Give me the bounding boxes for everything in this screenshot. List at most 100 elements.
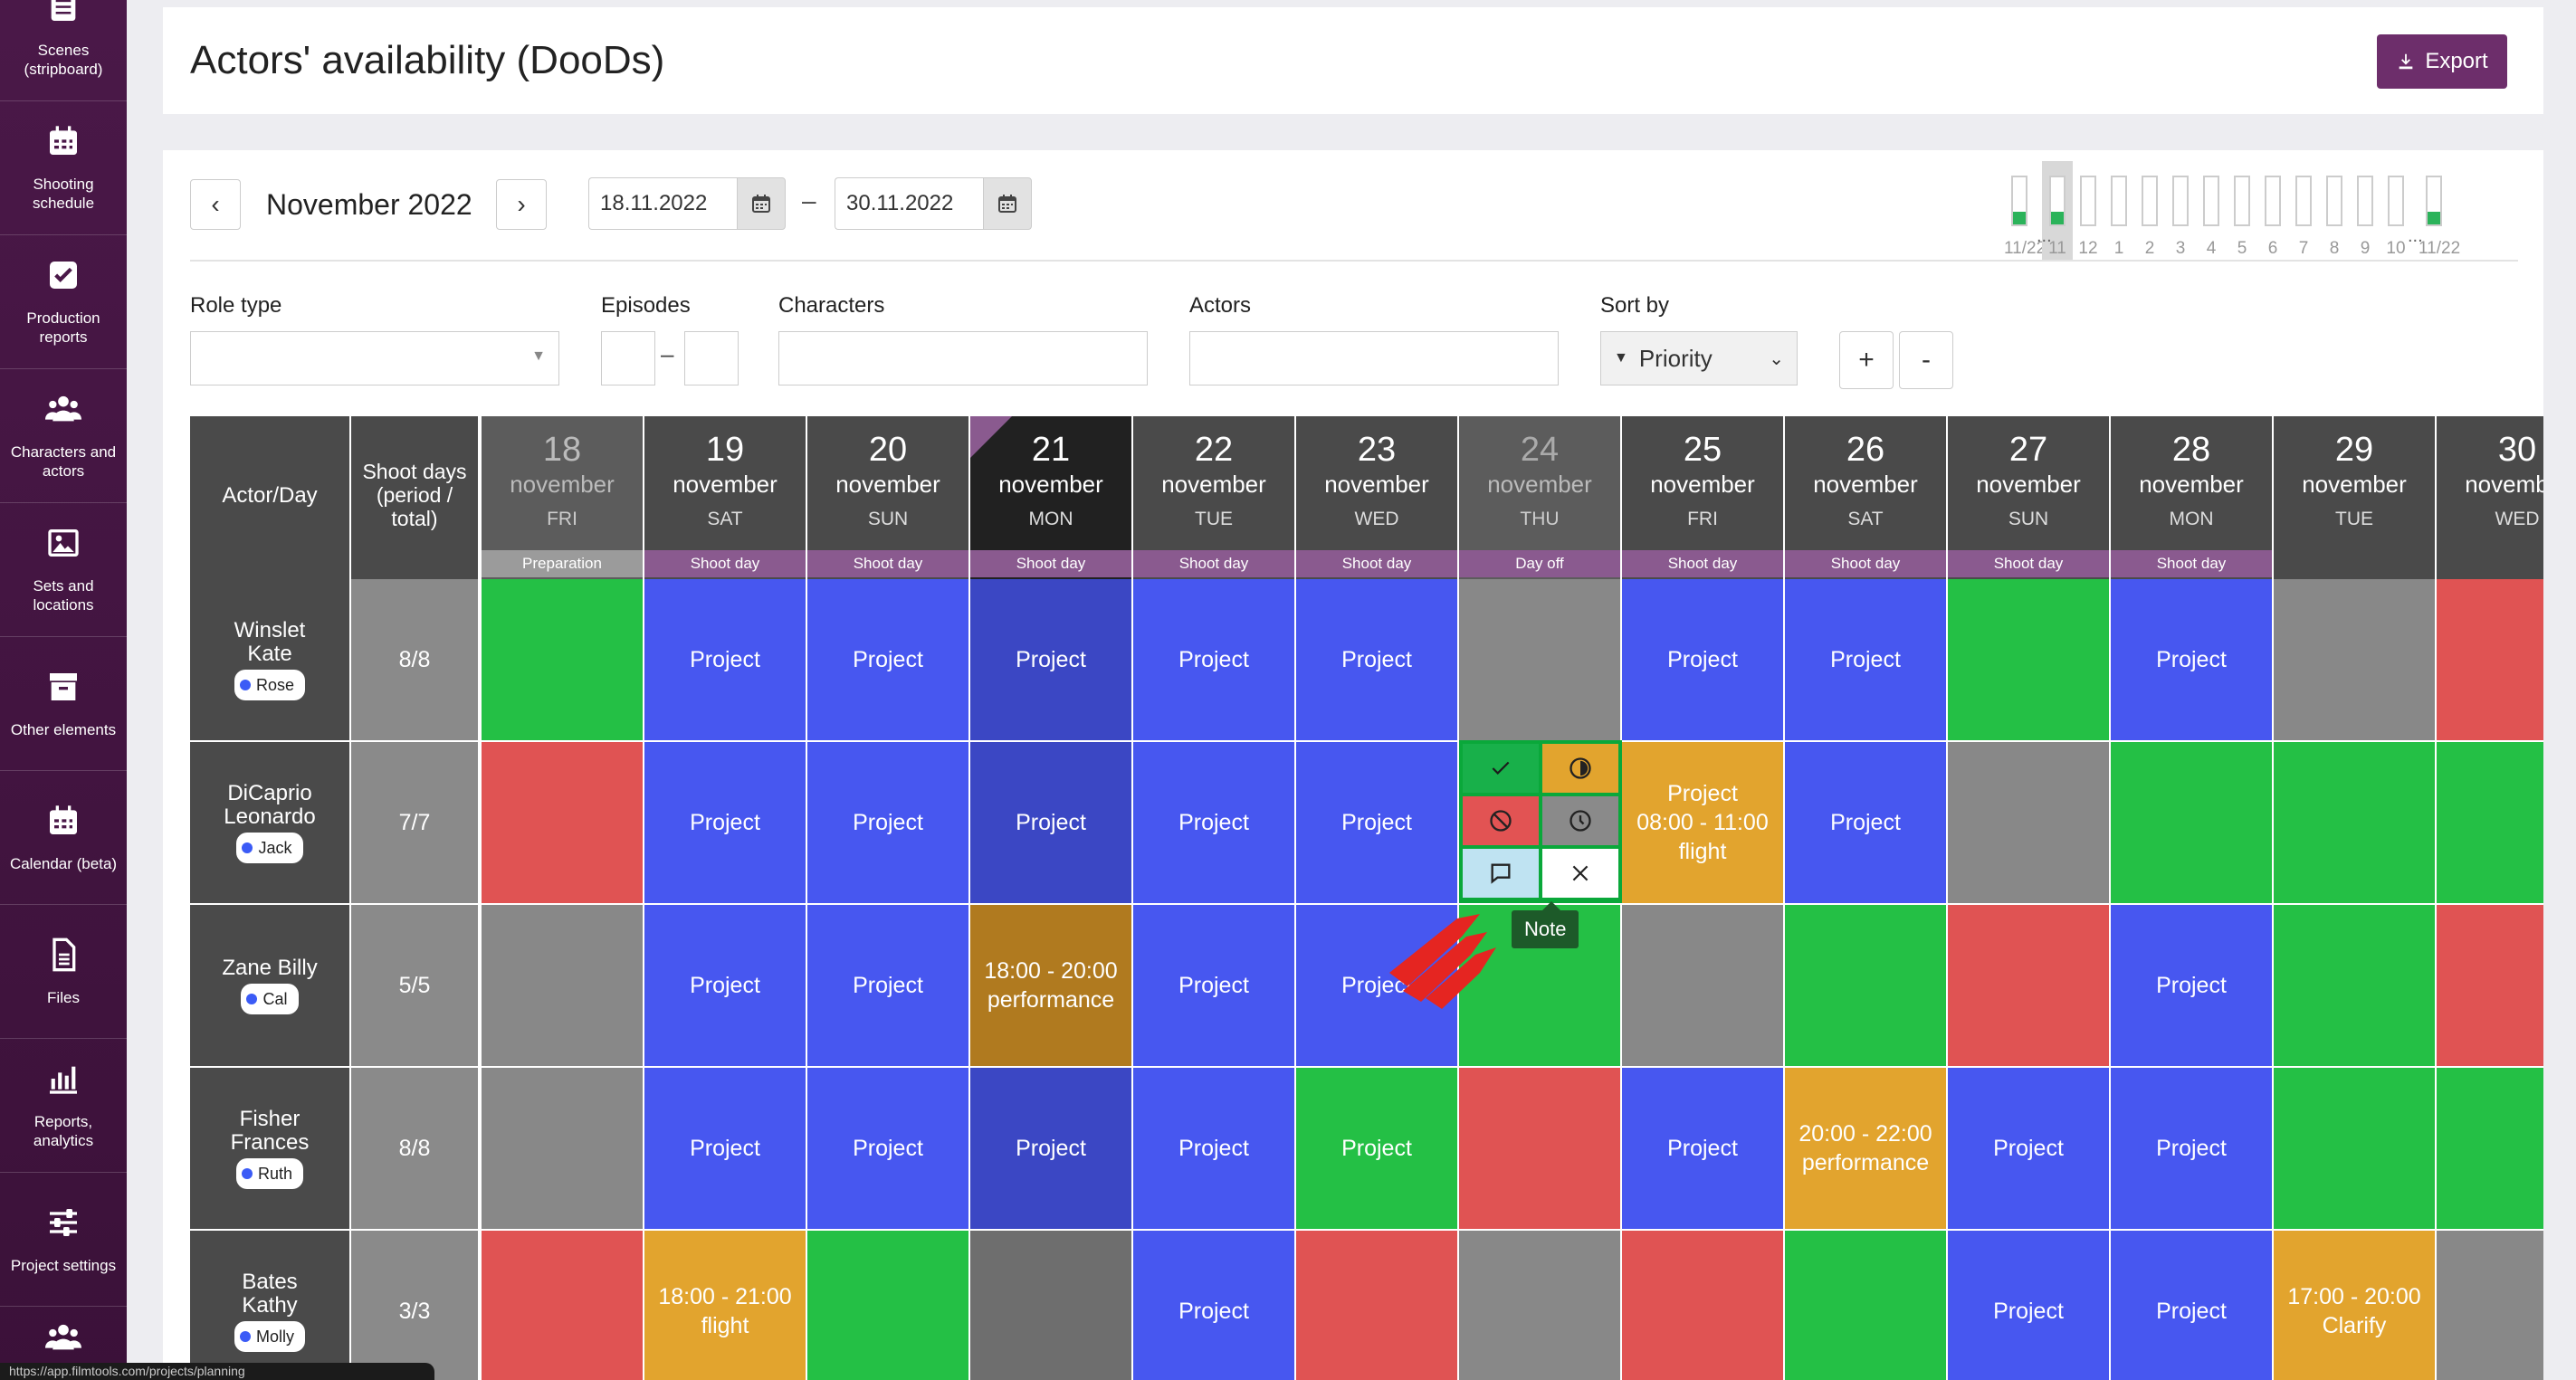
overview-column[interactable]: 9 [2350,161,2380,261]
actor-cell[interactable]: Zane Billy Cal [190,905,351,1068]
availability-cell[interactable] [1459,1231,1622,1380]
availability-cell[interactable]: Project [644,905,807,1068]
availability-cell[interactable] [2437,1231,2543,1380]
sort-by-select[interactable]: ▼ Priority ⌄ [1600,331,1798,385]
sidebar-item-shooting-schedule[interactable]: Shooting schedule [0,101,127,235]
availability-cell[interactable]: 18:00 - 20:00 performance [970,905,1133,1068]
availability-cell[interactable]: Project [1296,579,1459,742]
availability-cell[interactable] [2111,742,2274,905]
availability-cell[interactable]: Project [644,742,807,905]
sidebar-item-characters-and-actors[interactable]: Characters and actors [0,369,127,503]
availability-cell[interactable]: Project [1133,1231,1296,1380]
next-month-button[interactable]: › [496,179,547,230]
availability-cell[interactable] [2437,579,2543,742]
availability-cell[interactable]: Project [1785,742,1948,905]
availability-cell[interactable]: Project [1948,1231,2111,1380]
sidebar-item-calendar-beta[interactable]: Calendar (beta) [0,771,127,905]
partial-button[interactable] [1542,744,1618,793]
availability-cell[interactable]: Project [1133,579,1296,742]
date-to-input[interactable] [835,177,983,230]
sidebar-item-other-elements[interactable]: Other elements [0,637,127,771]
actor-cell[interactable]: DiCaprio Leonardo Jack [190,742,351,905]
actor-cell[interactable]: Winslet Kate Rose [190,579,351,742]
sidebar-item-sets-and-locations[interactable]: Sets and locations [0,503,127,637]
overview-column[interactable]: 12 [2073,161,2104,261]
availability-cell[interactable] [1785,1231,1948,1380]
availability-cell[interactable]: Project [1296,1068,1459,1231]
sidebar-item-project-settings[interactable]: Project settings [0,1173,127,1307]
sidebar-item-files[interactable]: Files [0,905,127,1039]
availability-cell[interactable]: Project [1785,579,1948,742]
actor-cell[interactable]: Bates Kathy Molly [190,1231,351,1380]
note-button[interactable] [1463,849,1539,898]
overview-column[interactable]: 6 [2257,161,2288,261]
characters-input[interactable] [778,331,1148,385]
availability-cell[interactable] [1948,579,2111,742]
availability-cell[interactable]: Project [1948,1068,2111,1231]
availability-cell[interactable] [2274,1068,2437,1231]
time-button[interactable] [1542,796,1618,845]
availability-cell[interactable] [2437,905,2543,1068]
availability-cell[interactable] [482,1231,644,1380]
availability-cell[interactable] [2274,905,2437,1068]
availability-cell[interactable] [482,742,644,905]
availability-cell[interactable] [2437,1068,2543,1231]
availability-cell[interactable] [2274,742,2437,905]
availability-cell[interactable]: 20:00 - 22:00 performance [1785,1068,1948,1231]
sidebar-item-more[interactable] [0,1307,127,1370]
availability-cell[interactable]: Project [1296,742,1459,905]
availability-cell[interactable] [807,1231,970,1380]
availability-cell[interactable]: Project [1622,1068,1785,1231]
availability-cell[interactable] [1948,905,2111,1068]
availability-cell[interactable]: Project [2111,579,2274,742]
availability-cell[interactable]: Project [807,905,970,1068]
actor-cell[interactable]: Fisher Frances Ruth [190,1068,351,1231]
overview-column[interactable]: 4 [2196,161,2227,261]
availability-cell[interactable] [1948,742,2111,905]
availability-cell[interactable] [482,579,644,742]
availability-cell[interactable]: Project [807,1068,970,1231]
availability-cell[interactable] [2274,579,2437,742]
sidebar-item-production-reports[interactable]: Production reports [0,235,127,369]
actors-input[interactable] [1189,331,1559,385]
overview-column[interactable]: 3 [2165,161,2196,261]
clear-button[interactable] [1542,849,1618,898]
overview-column[interactable]: 10 [2380,161,2411,261]
availability-cell[interactable] [482,905,644,1068]
overview-column[interactable]: 7 [2288,161,2319,261]
episode-from-input[interactable] [601,331,655,385]
availability-cell[interactable]: Project [1133,905,1296,1068]
availability-cell[interactable]: Project [2111,1231,2274,1380]
availability-cell[interactable]: Project [2111,905,2274,1068]
availability-cell[interactable]: Project [807,579,970,742]
episode-to-input[interactable] [684,331,739,385]
availability-cell[interactable] [1459,579,1622,742]
export-button[interactable]: Export [2377,34,2507,89]
availability-cell[interactable] [1785,905,1948,1068]
availability-cell[interactable] [482,1068,644,1231]
availability-cell[interactable]: Project [1133,742,1296,905]
availability-cell[interactable]: Project [1622,579,1785,742]
sidebar-item-reports-analytics[interactable]: Reports, analytics [0,1039,127,1173]
availability-cell[interactable]: Project [1133,1068,1296,1231]
availability-cell[interactable]: Project [970,742,1133,905]
availability-cell[interactable] [1622,905,1785,1068]
role-type-select[interactable]: ▼ [190,331,559,385]
availability-cell[interactable] [1296,1231,1459,1380]
prev-month-button[interactable]: ‹ [190,179,241,230]
zoom-in-button[interactable]: + [1839,331,1894,389]
date-to-calendar-button[interactable] [983,177,1032,230]
unavailable-button[interactable] [1463,796,1539,845]
overview-column[interactable]: 5 [2227,161,2257,261]
overview-column[interactable]: 11/22 [2419,161,2460,261]
availability-cell[interactable] [1459,1068,1622,1231]
availability-cell[interactable]: 17:00 - 20:00 Clarify [2274,1231,2437,1380]
availability-cell[interactable] [1622,1231,1785,1380]
availability-cell[interactable]: Project [970,1068,1133,1231]
date-from-input[interactable] [588,177,737,230]
availability-cell[interactable] [2437,742,2543,905]
overview-column[interactable]: 8 [2319,161,2350,261]
availability-cell[interactable]: 18:00 - 21:00 flight [644,1231,807,1380]
availability-cell[interactable]: Project [644,579,807,742]
overview-column[interactable]: 1 [2104,161,2134,261]
